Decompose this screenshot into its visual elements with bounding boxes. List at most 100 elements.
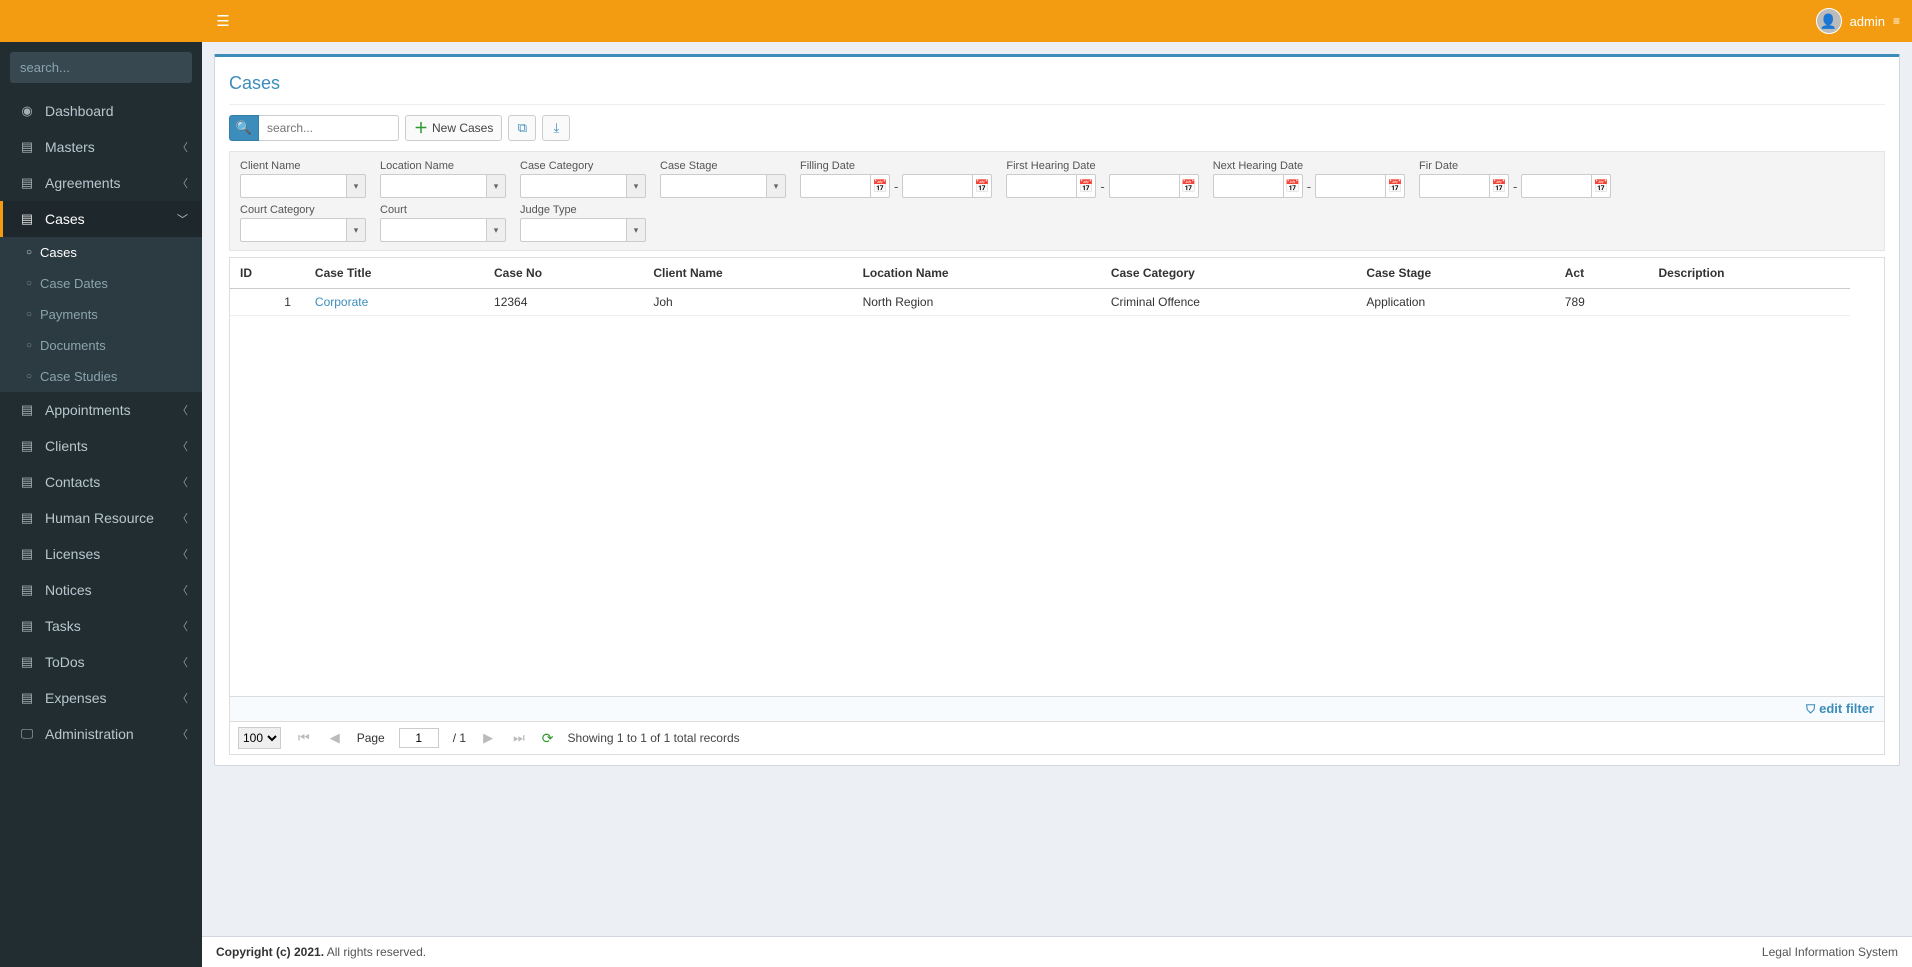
sidebar-item-tasks[interactable]: ▤Tasks〈: [0, 608, 202, 644]
pager-refresh[interactable]: ⟳: [542, 730, 554, 747]
dropdown-icon[interactable]: ▾: [626, 218, 646, 242]
calendar-icon[interactable]: 📅: [1283, 174, 1303, 198]
sidebar-subitem-cases[interactable]: ○Cases: [0, 237, 202, 268]
case-title-link[interactable]: Corporate: [305, 289, 484, 316]
pager-next[interactable]: ▶: [480, 730, 496, 746]
date-input[interactable]: [1315, 174, 1385, 198]
table-wrapper[interactable]: IDCase TitleCase NoClient NameLocation N…: [229, 257, 1885, 697]
dropdown-icon[interactable]: ▾: [486, 218, 506, 242]
sidebar-item-dashboard[interactable]: ◉ Dashboard: [0, 93, 202, 129]
pager-page-input[interactable]: [399, 728, 439, 748]
sidebar-item-notices[interactable]: ▤Notices〈: [0, 572, 202, 608]
filter-label: Next Hearing Date: [1213, 160, 1405, 172]
bullet-icon: ○: [26, 371, 40, 382]
pager-last[interactable]: ⏭: [510, 730, 528, 746]
page-size-select[interactable]: 100: [238, 727, 281, 749]
column-header-description[interactable]: Description: [1649, 258, 1851, 289]
column-header-case-no[interactable]: Case No: [484, 258, 643, 289]
user-menu[interactable]: 👤 admin ≡: [1816, 8, 1912, 34]
sidebar-item-administration[interactable]: 🖵Administration〈: [0, 716, 202, 752]
edit-filter-link[interactable]: ⛉edit filter: [1806, 701, 1874, 716]
date-input[interactable]: [1521, 174, 1591, 198]
column-header-client-name[interactable]: Client Name: [643, 258, 852, 289]
filter-fir-date: Fir Date📅-📅: [1419, 160, 1611, 198]
calendar-icon[interactable]: 📅: [870, 174, 890, 198]
cases-panel: Cases 🔍 ＋ New Cases ⧉ ⤓ Client Name ▾ Loca…: [214, 54, 1900, 766]
column-header-id[interactable]: ID: [230, 258, 305, 289]
footer-right: Legal Information System: [1762, 945, 1898, 959]
filter-input[interactable]: [240, 174, 346, 198]
dropdown-icon[interactable]: ▾: [346, 218, 366, 242]
export-button[interactable]: ⤓: [542, 115, 570, 141]
sidebar-subitem-case-dates[interactable]: ○Case Dates: [0, 268, 202, 299]
sidebar-subitem-case-studies[interactable]: ○Case Studies: [0, 361, 202, 392]
sidebar-item-expenses[interactable]: ▤Expenses〈: [0, 680, 202, 716]
date-input[interactable]: [1006, 174, 1076, 198]
sidebar-item-human-resource[interactable]: ▤Human Resource〈: [0, 500, 202, 536]
calendar-icon[interactable]: 📅: [1591, 174, 1611, 198]
sidebar-subitem-documents[interactable]: ○Documents: [0, 330, 202, 361]
calendar-icon[interactable]: 📅: [1179, 174, 1199, 198]
calendar-icon[interactable]: 📅: [1489, 174, 1509, 198]
sidebar-item-label: Licenses: [45, 546, 177, 562]
chevron-icon: ﹀: [177, 211, 188, 227]
calendar-icon[interactable]: 📅: [1385, 174, 1405, 198]
sidebar-item-todos[interactable]: ▤ToDos〈: [0, 644, 202, 680]
dropdown-icon[interactable]: ▾: [486, 174, 506, 198]
date-input[interactable]: [902, 174, 972, 198]
sidebar-item-label: Dashboard: [45, 103, 188, 119]
filter-input[interactable]: [520, 174, 626, 198]
sidebar-subitem-payments[interactable]: ○Payments: [0, 299, 202, 330]
pager-page-total: / 1: [453, 731, 466, 745]
pager-first[interactable]: ⏮: [295, 730, 313, 746]
column-header-case-category[interactable]: Case Category: [1101, 258, 1357, 289]
filter-input[interactable]: [380, 218, 486, 242]
dropdown-icon[interactable]: ▾: [766, 174, 786, 198]
column-header-act[interactable]: Act: [1555, 258, 1649, 289]
column-header-case-stage[interactable]: Case Stage: [1356, 258, 1554, 289]
filter-input[interactable]: [240, 218, 346, 242]
toggle-sidebar-button[interactable]: ☰: [202, 12, 244, 30]
date-range-sep: -: [1100, 179, 1104, 194]
sidebar-item-clients[interactable]: ▤Clients〈: [0, 428, 202, 464]
dropdown-icon[interactable]: ▾: [626, 174, 646, 198]
sidebar-item-appointments[interactable]: ▤Appointments〈: [0, 392, 202, 428]
sidebar-item-masters[interactable]: ▤Masters〈: [0, 129, 202, 165]
sidebar-item-label: Masters: [45, 139, 177, 155]
bullet-icon: ○: [26, 340, 40, 351]
date-input[interactable]: [1213, 174, 1283, 198]
calendar-icon[interactable]: 📅: [1076, 174, 1096, 198]
sidebar-item-agreements[interactable]: ▤Agreements〈: [0, 165, 202, 201]
date-input[interactable]: [1109, 174, 1179, 198]
sidebar-item-licenses[interactable]: ▤Licenses〈: [0, 536, 202, 572]
copy-button[interactable]: ⧉: [508, 115, 536, 141]
new-cases-button[interactable]: ＋ New Cases: [405, 115, 502, 141]
dropdown-icon[interactable]: ▾: [346, 174, 366, 198]
sidebar-subitem-label: Case Dates: [40, 276, 108, 291]
sidebar-item-cases[interactable]: ▤Cases﹀: [0, 201, 202, 237]
menu-icon: ▤: [17, 654, 37, 670]
pager-prev[interactable]: ◀: [327, 730, 343, 746]
sidebar-search-input[interactable]: [10, 52, 192, 83]
page-search-input[interactable]: [259, 115, 399, 141]
filter-input[interactable]: [380, 174, 486, 198]
filter-input[interactable]: [520, 218, 626, 242]
filter-case-stage: Case Stage▾: [660, 160, 786, 198]
sidebar-item-label: Appointments: [45, 402, 177, 418]
filter-input[interactable]: [660, 174, 766, 198]
table-row[interactable]: 1Corporate12364JohNorth RegionCriminal O…: [230, 289, 1850, 316]
sidebar-item-contacts[interactable]: ▤Contacts〈: [0, 464, 202, 500]
menu-icon: ◉: [17, 103, 37, 119]
date-input[interactable]: [800, 174, 870, 198]
menu-icon: ▤: [17, 438, 37, 454]
chevron-icon: 〈: [177, 510, 188, 526]
calendar-icon[interactable]: 📅: [972, 174, 992, 198]
page-search-button[interactable]: 🔍: [229, 115, 259, 141]
column-header-location-name[interactable]: Location Name: [853, 258, 1101, 289]
menu-icon: ▤: [17, 139, 37, 155]
date-input[interactable]: [1419, 174, 1489, 198]
chevron-icon: 〈: [177, 654, 188, 670]
column-header-case-title[interactable]: Case Title: [305, 258, 484, 289]
page-title: Cases: [229, 69, 1885, 105]
chevron-icon: 〈: [177, 690, 188, 706]
